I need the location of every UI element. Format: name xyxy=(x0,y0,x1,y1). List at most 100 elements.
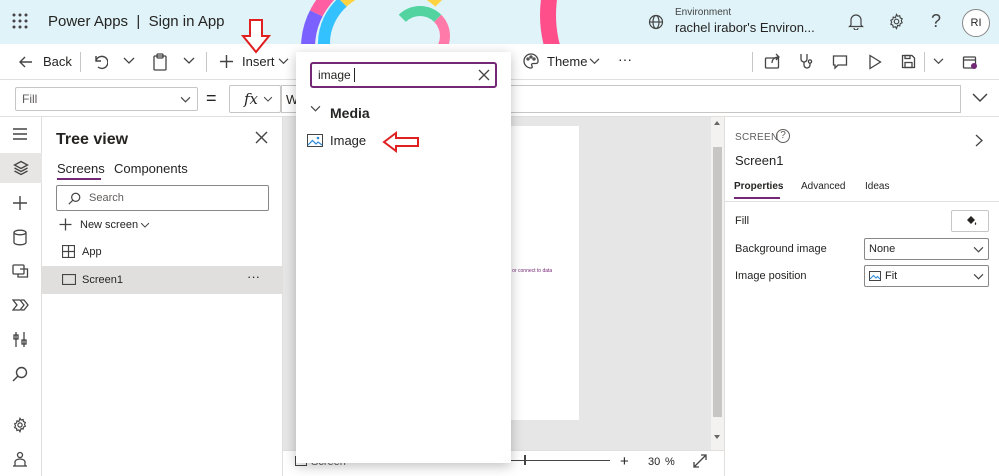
left-rail xyxy=(0,117,42,476)
insert-button[interactable]: Insert xyxy=(242,54,275,69)
chevron-down-icon[interactable] xyxy=(310,105,321,113)
tree-view-panel: Tree view Screens Components Search New … xyxy=(42,117,283,476)
scroll-down-icon[interactable] xyxy=(714,435,720,439)
app-launcher-icon[interactable] xyxy=(12,13,28,29)
plus-icon[interactable] xyxy=(219,54,234,69)
chevron-down-icon xyxy=(973,246,984,254)
app-title: Power Apps | Sign in App xyxy=(48,13,225,30)
background-image-dropdown[interactable]: None xyxy=(864,238,989,260)
canvas-hint-text[interactable]: e or connect to data xyxy=(508,268,552,274)
fit-to-window-icon[interactable] xyxy=(693,454,707,468)
settings-gear-icon[interactable] xyxy=(12,417,28,433)
theme-button[interactable]: Theme xyxy=(547,54,587,69)
media-icon[interactable] xyxy=(12,263,29,279)
info-help-icon[interactable]: ? xyxy=(776,129,790,143)
chevron-down-icon xyxy=(180,96,191,104)
chevron-down-icon[interactable] xyxy=(933,57,944,66)
hamburger-menu-icon[interactable] xyxy=(12,127,28,141)
tab-screens[interactable]: Screens xyxy=(57,161,105,176)
back-arrow-icon[interactable] xyxy=(18,54,34,70)
play-preview-icon[interactable] xyxy=(868,54,882,70)
scrollbar-thumb[interactable] xyxy=(713,147,722,417)
settings-gear-icon[interactable] xyxy=(888,13,905,30)
tab-ideas[interactable]: Ideas xyxy=(865,181,889,192)
image-position-dropdown[interactable]: Fit xyxy=(864,265,989,287)
rail-item-tree-view[interactable] xyxy=(0,153,42,183)
undo-icon[interactable] xyxy=(92,53,108,71)
fill-color-picker[interactable] xyxy=(951,210,989,232)
chevron-down-icon[interactable] xyxy=(589,57,600,66)
notifications-bell-icon[interactable] xyxy=(848,13,864,30)
insert-item-label: Image xyxy=(330,133,367,148)
annotation-arrow-down-icon xyxy=(241,18,271,54)
zoom-unit: % xyxy=(665,456,675,468)
fx-function-button[interactable]: fx xyxy=(229,85,281,113)
search-icon xyxy=(68,192,81,205)
new-screen-button[interactable]: New screen xyxy=(80,219,138,231)
more-options-button[interactable]: ··· xyxy=(247,269,260,284)
insert-plus-icon[interactable] xyxy=(12,195,28,211)
clear-search-close-icon[interactable] xyxy=(478,69,490,81)
search-icon[interactable] xyxy=(12,366,28,382)
divider xyxy=(725,201,999,202)
zoom-slider-thumb[interactable] xyxy=(524,455,526,465)
chevron-down-icon[interactable] xyxy=(183,56,195,66)
tree-search-input[interactable]: Search xyxy=(56,185,269,211)
close-icon[interactable] xyxy=(255,131,268,144)
canvas-vertical-scrollbar[interactable] xyxy=(711,117,724,450)
selected-kind-label: SCREEN xyxy=(735,132,779,143)
screen-icon xyxy=(62,274,76,285)
insert-search-input[interactable]: image xyxy=(310,62,497,88)
tree-view-title: Tree view xyxy=(56,131,129,148)
power-automate-icon[interactable] xyxy=(12,297,29,313)
dropdown-value: Fit xyxy=(885,270,898,282)
tab-components[interactable]: Components xyxy=(114,161,188,176)
publish-icon[interactable] xyxy=(962,54,978,70)
data-cylinder-icon[interactable] xyxy=(12,229,28,246)
image-icon xyxy=(307,134,323,147)
advanced-tools-icon[interactable] xyxy=(12,331,28,348)
dropdown-value: None xyxy=(869,243,896,255)
zoom-in-plus-icon[interactable]: + xyxy=(620,453,629,470)
property-dropdown[interactable]: Fill xyxy=(15,87,198,111)
divider xyxy=(924,52,925,72)
more-commands-button[interactable]: ··· xyxy=(618,51,632,67)
chevron-right-icon[interactable] xyxy=(975,134,983,147)
tab-advanced[interactable]: Advanced xyxy=(801,181,845,192)
tree-item-app[interactable]: App xyxy=(42,238,282,265)
chevron-down-icon xyxy=(263,96,273,103)
back-button[interactable]: Back xyxy=(43,54,72,69)
divider xyxy=(206,52,207,72)
comments-icon[interactable] xyxy=(832,54,848,70)
tab-properties[interactable]: Properties xyxy=(734,181,783,192)
divider xyxy=(752,52,753,72)
help-icon[interactable]: ? xyxy=(931,11,941,32)
environment-name[interactable]: rachel irabor's Environ... xyxy=(675,20,815,35)
category-media-heading[interactable]: Media xyxy=(330,105,370,121)
app-checker-stethoscope-icon[interactable] xyxy=(798,53,814,70)
expand-formula-chevron-icon[interactable] xyxy=(972,92,988,103)
chevron-down-icon[interactable] xyxy=(140,222,150,229)
chevron-down-icon[interactable] xyxy=(123,56,135,66)
plus-icon[interactable] xyxy=(59,218,72,231)
zoom-value: 30 xyxy=(648,456,661,468)
chevron-down-icon[interactable] xyxy=(278,57,289,66)
save-icon[interactable] xyxy=(901,54,916,69)
share-icon[interactable] xyxy=(764,53,781,70)
paste-clipboard-icon[interactable] xyxy=(152,53,168,71)
scroll-up-icon[interactable] xyxy=(714,121,720,125)
environment-globe-icon xyxy=(648,14,664,30)
active-tab-indicator xyxy=(57,178,101,180)
property-label-fill: Fill xyxy=(735,215,750,227)
selected-control-name: Screen1 xyxy=(735,153,784,168)
user-avatar[interactable]: RI xyxy=(962,9,990,37)
insert-flyout-panel: Media Image xyxy=(296,52,511,463)
environment-label: Environment xyxy=(675,7,732,18)
decorative-rainbow xyxy=(540,0,630,44)
theme-palette-icon[interactable] xyxy=(523,53,539,69)
tree-item-screen1[interactable]: Screen1 ··· xyxy=(42,266,282,294)
fx-label: fx xyxy=(244,90,259,108)
virtual-agent-icon[interactable] xyxy=(12,451,28,467)
zoom-slider-track[interactable] xyxy=(495,460,610,461)
search-placeholder: Search xyxy=(89,192,124,204)
